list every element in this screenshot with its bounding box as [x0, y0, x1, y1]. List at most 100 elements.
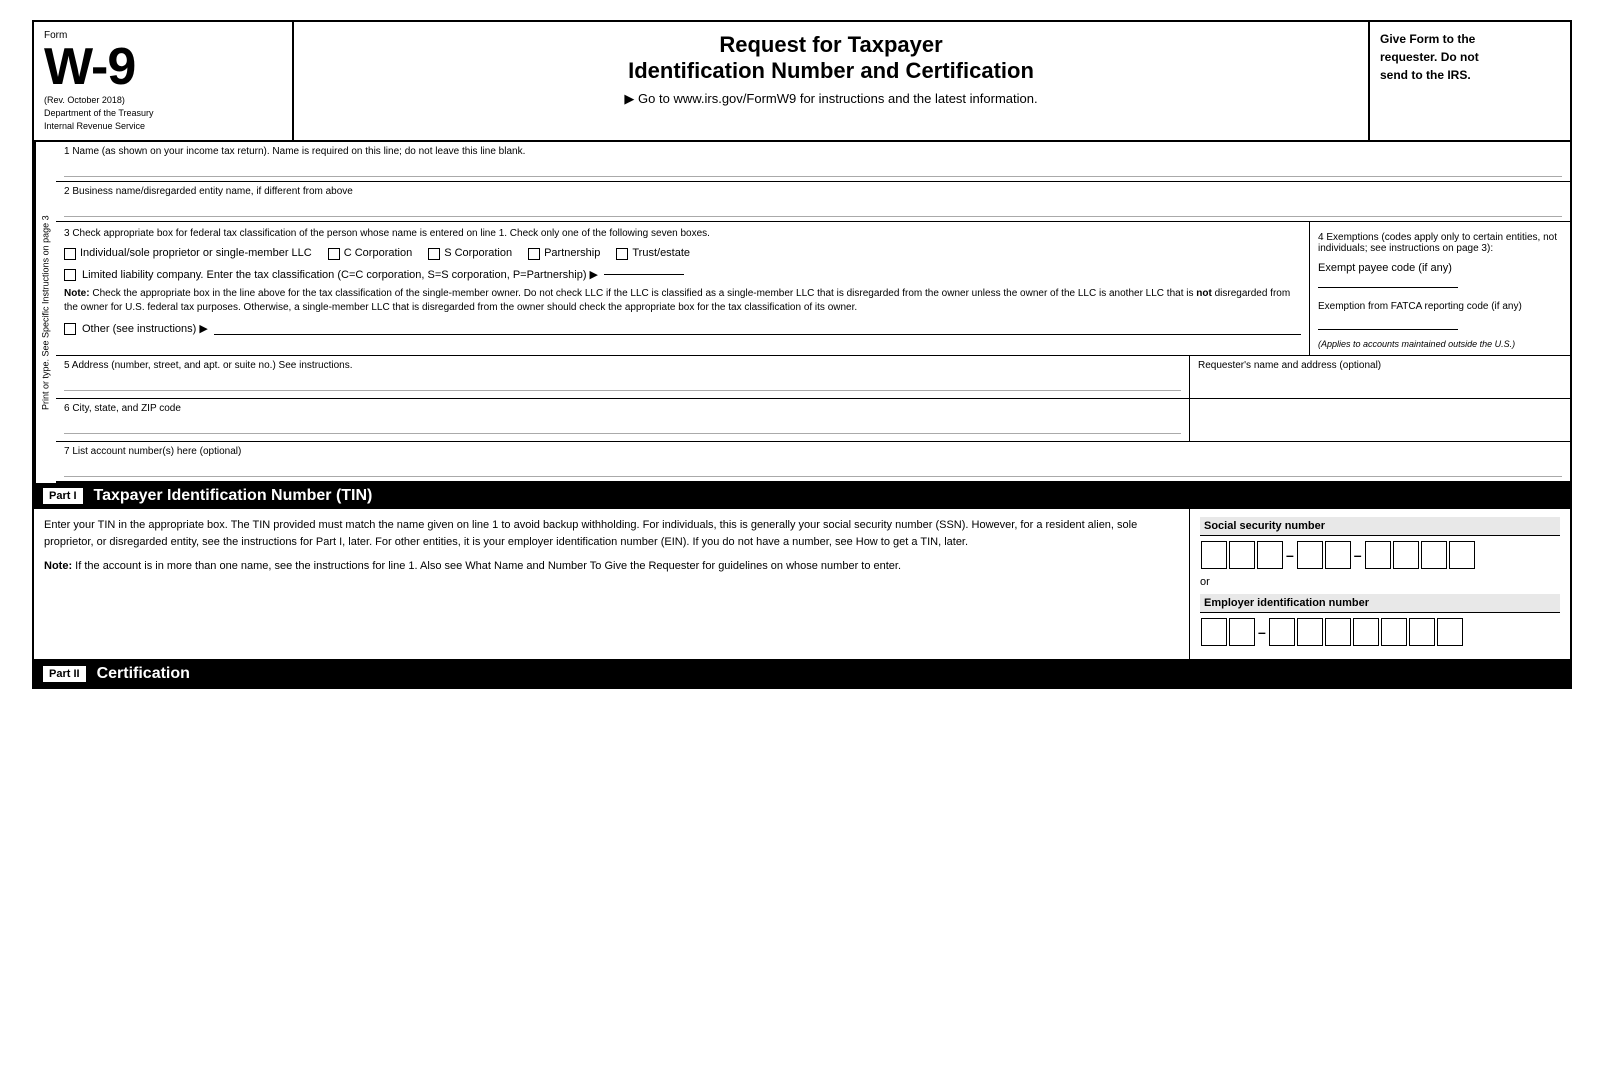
part2-header: Part II Certification	[34, 661, 1570, 687]
cb-other-box[interactable]	[64, 323, 76, 335]
fatca-label: Exemption from FATCA reporting code (if …	[1318, 301, 1562, 312]
cb-trust: Trust/estate	[616, 247, 690, 260]
ssn-cells: – –	[1200, 540, 1560, 570]
row3-container: 3 Check appropriate box for federal tax …	[56, 222, 1570, 356]
ssn-cell-4[interactable]	[1297, 541, 1323, 569]
ssn-cell-3[interactable]	[1257, 541, 1283, 569]
applies-note: (Applies to accounts maintained outside …	[1318, 339, 1562, 349]
cb-partnership-label: Partnership	[544, 247, 600, 259]
note-body1: Check the appropriate box in the line ab…	[92, 288, 1196, 299]
address-row: 5 Address (number, street, and apt. or s…	[56, 356, 1570, 399]
ssn-cell-2[interactable]	[1229, 541, 1255, 569]
cb-s-corp: S Corporation	[428, 247, 512, 260]
requesters-input[interactable]	[1198, 373, 1562, 391]
form-subtitle: ▶ Go to www.irs.gov/FormW9 for instructi…	[314, 91, 1348, 107]
part1-right: Social security number – – or Employer i…	[1190, 509, 1570, 659]
part1-note: Note: If the account is in more than one…	[44, 558, 1179, 575]
ein-cell-1[interactable]	[1201, 618, 1227, 646]
ein-cell-9[interactable]	[1437, 618, 1463, 646]
cb-c-corp: C Corporation	[328, 247, 412, 260]
field6-label: 6 City, state, and ZIP code	[64, 403, 1181, 414]
city-row: 6 City, state, and ZIP code	[56, 399, 1570, 442]
ssn-cell-5[interactable]	[1325, 541, 1351, 569]
rev-date: (Rev. October 2018)	[44, 95, 282, 105]
field1-row: 1 Name (as shown on your income tax retu…	[56, 142, 1570, 182]
part1-box: Part I	[42, 487, 84, 505]
part1-header: Part I Taxpayer Identification Number (T…	[34, 483, 1570, 509]
header-right: Give Form to the requester. Do not send …	[1370, 22, 1570, 140]
cb-c-corp-label: C Corporation	[344, 247, 412, 259]
ssn-dash-1: –	[1286, 547, 1294, 563]
field1-input[interactable]	[64, 159, 1562, 177]
ein-cell-8[interactable]	[1409, 618, 1435, 646]
ssn-cell-9[interactable]	[1449, 541, 1475, 569]
cb-partnership-box[interactable]	[528, 248, 540, 260]
note-text: Note: Check the appropriate box in the l…	[64, 287, 1301, 315]
part1-description: Enter your TIN in the appropriate box. T…	[44, 517, 1179, 550]
ssn-cell-1[interactable]	[1201, 541, 1227, 569]
cb-s-corp-box[interactable]	[428, 248, 440, 260]
cb-individual-label: Individual/sole proprietor or single-mem…	[80, 247, 312, 259]
ein-cell-6[interactable]	[1353, 618, 1379, 646]
ein-cell-5[interactable]	[1325, 618, 1351, 646]
ssn-cell-6[interactable]	[1365, 541, 1391, 569]
ein-cell-2[interactable]	[1229, 618, 1255, 646]
ein-dash: –	[1258, 624, 1266, 640]
field1-label: 1 Name (as shown on your income tax retu…	[64, 146, 1562, 157]
note-title: Note:	[64, 288, 90, 299]
or-text: or	[1200, 576, 1560, 588]
form-body: Print or type. See Specific Instructions…	[34, 142, 1570, 483]
form-number: W-9	[44, 41, 135, 93]
fatca-input[interactable]	[1318, 316, 1458, 330]
field6-input[interactable]	[64, 416, 1181, 434]
requesters-label: Requester's name and address (optional)	[1198, 360, 1562, 371]
row3-left: 3 Check appropriate box for federal tax …	[56, 222, 1310, 355]
llc-row: Limited liability company. Enter the tax…	[64, 268, 1301, 281]
ein-cell-7[interactable]	[1381, 618, 1407, 646]
other-row: Other (see instructions) ▶	[64, 321, 1301, 335]
form-title: Request for Taxpayer Identification Numb…	[314, 32, 1348, 85]
ein-cell-4[interactable]	[1297, 618, 1323, 646]
cb-individual: Individual/sole proprietor or single-mem…	[64, 247, 312, 260]
part1-note-text: If the account is in more than one name,…	[75, 560, 901, 572]
ssn-cell-7[interactable]	[1393, 541, 1419, 569]
ssn-cell-8[interactable]	[1421, 541, 1447, 569]
cb-trust-label: Trust/estate	[632, 247, 690, 259]
field2-label: 2 Business name/disregarded entity name,…	[64, 186, 1562, 197]
w9-form: Form W-9 (Rev. October 2018) Department …	[32, 20, 1572, 689]
cb-llc-box[interactable]	[64, 269, 76, 281]
other-input[interactable]	[214, 321, 1301, 335]
requesters-field: Requester's name and address (optional)	[1190, 356, 1570, 398]
llc-input[interactable]	[604, 274, 684, 275]
field7-row: 7 List account number(s) here (optional)	[56, 442, 1570, 483]
part2-box: Part II	[42, 665, 87, 683]
side-label: Print or type. See Specific Instructions…	[34, 142, 56, 483]
exemptions-section: 4 Exemptions (codes apply only to certai…	[1318, 232, 1562, 349]
ein-cells: –	[1200, 617, 1560, 647]
checkboxes-row: Individual/sole proprietor or single-mem…	[64, 247, 1301, 260]
other-label: Other (see instructions) ▶	[82, 322, 208, 335]
form-fields: 1 Name (as shown on your income tax retu…	[56, 142, 1570, 483]
cb-partnership: Partnership	[528, 247, 600, 260]
part1-note-label: Note:	[44, 560, 72, 572]
dept-info: Department of the Treasury Internal Reve…	[44, 107, 282, 132]
header-center: Request for Taxpayer Identification Numb…	[294, 22, 1370, 140]
cb-c-corp-box[interactable]	[328, 248, 340, 260]
cb-trust-box[interactable]	[616, 248, 628, 260]
part1-left: Enter your TIN in the appropriate box. T…	[34, 509, 1190, 659]
address-left: 5 Address (number, street, and apt. or s…	[56, 356, 1190, 398]
form-header: Form W-9 (Rev. October 2018) Department …	[34, 22, 1570, 142]
city-left: 6 City, state, and ZIP code	[56, 399, 1190, 441]
field2-input[interactable]	[64, 199, 1562, 217]
part1-title: Taxpayer Identification Number (TIN)	[94, 487, 373, 505]
ein-cell-3[interactable]	[1269, 618, 1295, 646]
field2-row: 2 Business name/disregarded entity name,…	[56, 182, 1570, 222]
cb-individual-box[interactable]	[64, 248, 76, 260]
cb-s-corp-label: S Corporation	[444, 247, 512, 259]
field7-input[interactable]	[64, 459, 1562, 477]
exempt-payee-input[interactable]	[1318, 274, 1458, 288]
row3-right: 4 Exemptions (codes apply only to certai…	[1310, 222, 1570, 355]
field5-input[interactable]	[64, 373, 1181, 391]
city-right	[1190, 399, 1570, 441]
field7-label: 7 List account number(s) here (optional)	[64, 446, 1562, 457]
